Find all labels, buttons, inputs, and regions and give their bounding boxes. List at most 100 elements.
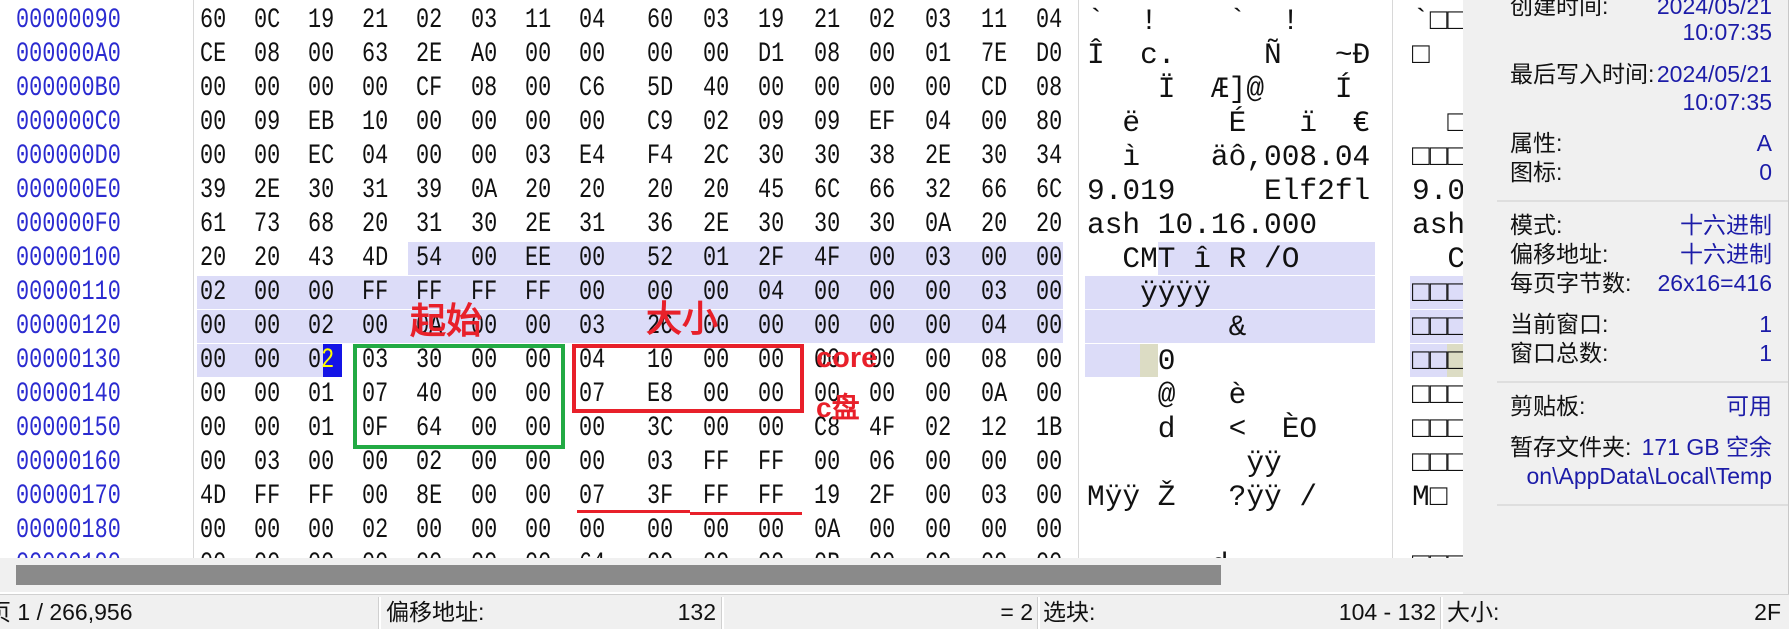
hex-byte[interactable]: 43 [308, 242, 334, 276]
hex-byte[interactable]: 00 [200, 310, 226, 344]
hex-byte[interactable]: FF [758, 446, 784, 480]
hex-byte[interactable]: 00 [471, 480, 497, 514]
hex-byte[interactable]: 00 [362, 480, 388, 514]
hex-byte[interactable]: 00 [758, 72, 784, 106]
unicode-text-row[interactable]: M□ [1412, 480, 1447, 514]
hex-byte[interactable]: 00 [200, 378, 226, 412]
hex-byte[interactable]: 00 [1036, 548, 1062, 559]
hex-byte[interactable]: 00 [1036, 310, 1062, 344]
ascii-text-row[interactable]: @ è [1087, 378, 1370, 412]
hex-byte[interactable]: 00 [416, 548, 442, 559]
hex-byte[interactable]: 00 [703, 412, 729, 446]
hex-byte[interactable]: 00 [525, 106, 551, 140]
hex-byte[interactable]: 20 [703, 174, 729, 208]
hex-byte[interactable]: 01 [925, 38, 951, 72]
hex-byte[interactable]: F4 [647, 140, 673, 174]
hex-byte[interactable]: 00 [200, 514, 226, 548]
ascii-text-row[interactable]: ÿÿÿÿ [1087, 276, 1370, 310]
hex-byte[interactable]: 30 [758, 208, 784, 242]
hex-byte[interactable]: 00 [1036, 378, 1062, 412]
horizontal-scrollbar[interactable] [0, 558, 1463, 592]
hex-byte[interactable]: 03 [579, 310, 605, 344]
hex-byte[interactable]: 00 [308, 72, 334, 106]
hex-byte[interactable]: 00 [254, 412, 280, 446]
hex-byte[interactable]: 40 [703, 72, 729, 106]
hex-byte[interactable]: FF [525, 276, 551, 310]
hex-byte[interactable]: FF [254, 480, 280, 514]
hex-byte[interactable]: 00 [647, 514, 673, 548]
hex-byte[interactable]: D1 [758, 38, 784, 72]
hex-byte[interactable]: 00 [869, 310, 895, 344]
hex-byte[interactable]: 00 [308, 38, 334, 72]
hex-byte[interactable]: 61 [200, 208, 226, 242]
hex-byte[interactable]: 02 [703, 106, 729, 140]
hex-byte[interactable]: 5D [647, 72, 673, 106]
hex-byte[interactable]: 00 [471, 446, 497, 480]
hex-byte[interactable]: 00 [200, 140, 226, 174]
hex-byte[interactable]: 07 [579, 480, 605, 514]
hex-byte[interactable]: 00 [254, 140, 280, 174]
hex-byte[interactable]: 0A [925, 208, 951, 242]
hex-byte[interactable]: 09 [254, 106, 280, 140]
hex-byte[interactable]: 2E [703, 208, 729, 242]
hex-byte[interactable]: 63 [362, 38, 388, 72]
ascii-text-row[interactable]: ë É ï € [1087, 106, 1370, 140]
hex-byte[interactable]: 00 [308, 514, 334, 548]
ascii-text-row[interactable]: CMT î R /O [1087, 242, 1370, 276]
unicode-text-row[interactable]: `□□ [1412, 4, 1463, 38]
hex-byte[interactable]: 03 [981, 480, 1007, 514]
hex-byte[interactable]: 4D [362, 242, 388, 276]
unicode-text-row[interactable]: □□□ [1412, 548, 1463, 559]
hex-byte[interactable]: 20 [579, 174, 605, 208]
hex-byte[interactable]: 00 [981, 446, 1007, 480]
hex-byte[interactable]: 00 [1036, 242, 1062, 276]
hex-byte[interactable]: 0C [254, 4, 280, 38]
hex-byte[interactable]: 01 [703, 242, 729, 276]
hex-byte[interactable]: 00 [925, 72, 951, 106]
hex-byte[interactable]: 60 [647, 4, 673, 38]
hex-byte[interactable]: 02 [416, 4, 442, 38]
hex-byte[interactable]: 00 [703, 38, 729, 72]
hex-byte[interactable]: 38 [869, 140, 895, 174]
hex-byte[interactable]: 06 [869, 446, 895, 480]
unicode-text-row[interactable]: □□□ [1412, 276, 1463, 310]
hex-byte[interactable]: 0A [981, 378, 1007, 412]
hex-byte[interactable]: 00 [1036, 514, 1062, 548]
hex-byte[interactable]: FF [308, 480, 334, 514]
hex-byte[interactable]: CE [200, 38, 226, 72]
ascii-text-row[interactable]: Mÿÿ Ž ?ÿÿ / [1087, 480, 1370, 514]
hex-byte[interactable]: 00 [471, 106, 497, 140]
hex-byte[interactable]: 4F [814, 242, 840, 276]
hex-byte[interactable]: 02 [925, 412, 951, 446]
hex-byte[interactable]: 2E [925, 140, 951, 174]
hex-byte[interactable]: 00 [925, 310, 951, 344]
hex-byte[interactable]: 00 [869, 548, 895, 559]
unicode-text-row[interactable]: □□□ [1412, 310, 1463, 344]
hex-byte[interactable]: 11 [525, 4, 551, 38]
hex-byte[interactable]: C9 [647, 106, 673, 140]
hex-byte[interactable]: 03 [254, 446, 280, 480]
ascii-text-row[interactable]: ` ! ` ! [1087, 4, 1370, 38]
hex-byte[interactable]: 00 [925, 514, 951, 548]
hex-byte[interactable]: 01 [308, 412, 334, 446]
hex-byte[interactable]: 00 [525, 446, 551, 480]
hex-byte[interactable]: 31 [416, 208, 442, 242]
hex-byte[interactable]: 03 [647, 446, 673, 480]
hex-byte[interactable]: 00 [254, 344, 280, 378]
hex-byte[interactable]: 09 [758, 106, 784, 140]
hex-byte[interactable]: 00 [362, 310, 388, 344]
hex-byte[interactable]: 00 [471, 140, 497, 174]
hex-byte[interactable]: 00 [471, 242, 497, 276]
hex-byte[interactable]: 73 [254, 208, 280, 242]
hex-byte[interactable]: C6 [579, 72, 605, 106]
hex-byte[interactable]: 00 [1036, 446, 1062, 480]
hex-byte[interactable]: FF [758, 480, 784, 514]
hex-byte[interactable]: 00 [703, 514, 729, 548]
hex-byte[interactable]: 00 [579, 412, 605, 446]
hex-byte[interactable]: 00 [579, 38, 605, 72]
hex-byte[interactable]: 00 [200, 548, 226, 559]
ascii-text-row[interactable]: d [1087, 548, 1370, 559]
hex-byte[interactable]: 00 [869, 276, 895, 310]
hex-byte[interactable]: 08 [254, 38, 280, 72]
ascii-text-row[interactable]: 9.019 Elf2fl [1087, 174, 1370, 208]
